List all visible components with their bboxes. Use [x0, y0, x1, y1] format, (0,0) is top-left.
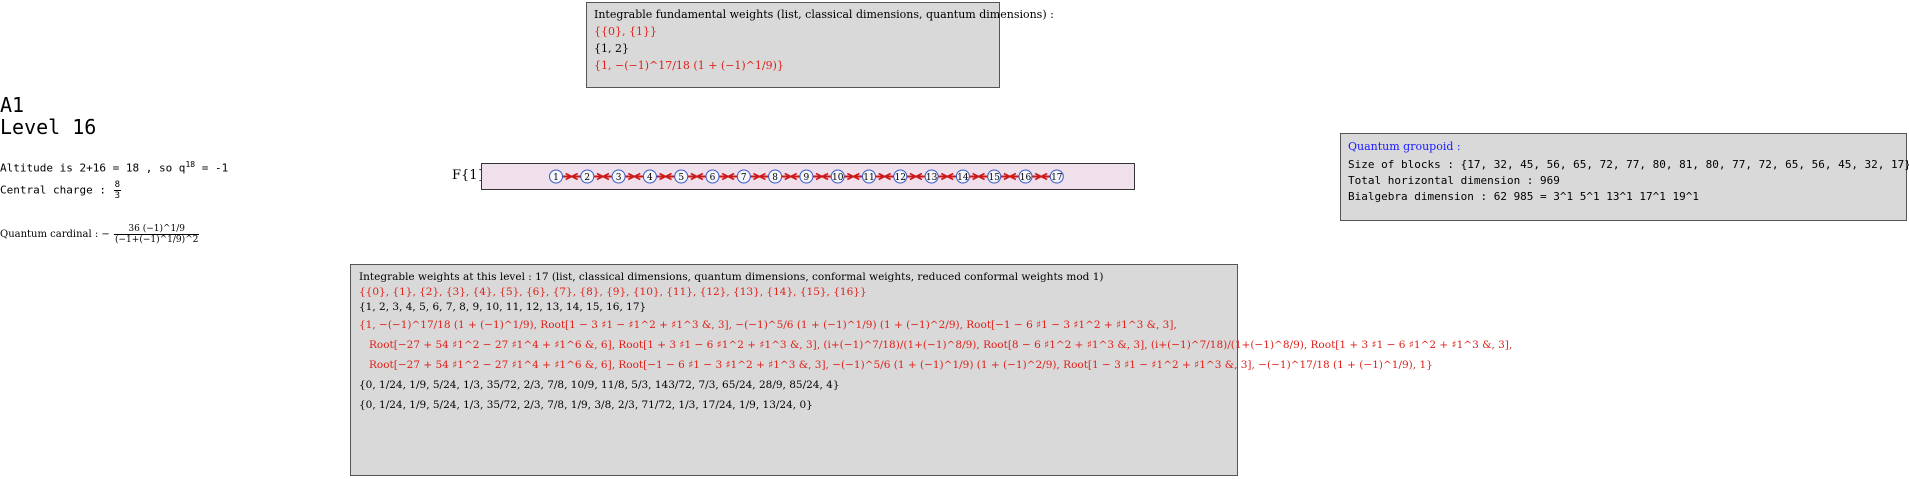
weights-reduced-conformal: {0, 1/24, 1/9, 5/24, 1/3, 35/72, 2/3, 7/… [359, 399, 813, 411]
altitude-exponent: 18 [185, 160, 196, 169]
fusion-edge [719, 172, 738, 181]
fundamental-classical-dims: {1, 2} [594, 42, 629, 55]
integrable-weights-box: Integrable weights at this level : 17 (l… [350, 264, 1513, 476]
fusion-edge [656, 172, 675, 181]
weights-classical-dims: {1, 2, 3, 4, 5, 6, 7, 8, 9, 10, 11, 12, … [359, 301, 647, 313]
altitude-tail: = -1 [195, 161, 229, 175]
quantum-cardinal-fraction: 36 (−1)^1/9 (−1+(−1)^1/9)^2 [114, 224, 200, 245]
quantum-groupoid-box: Quantum groupoid : Size of blocks : {17,… [1340, 133, 1909, 221]
quantum-cardinal-label: Quantum cardinal : − [0, 229, 110, 240]
fusion-node-label: 7 [741, 173, 747, 183]
fusion-node-label: 8 [772, 173, 778, 183]
weights-quantum-dims-2: Root[−27 + 54 ♯1^2 − 27 ♯1^4 + ♯1^6 &, 6… [369, 339, 1513, 351]
central-charge-label: Central charge : [0, 183, 113, 197]
fusion-edge [938, 172, 957, 181]
fusion-graph: 1 2 3 4 5 6 7 8 9 10 11 12 13 14 15 16 17 [481, 163, 1135, 190]
weights-title: Integrable weights at this level : 17 (l… [359, 271, 1104, 283]
fusion-edge [875, 172, 894, 181]
fusion-edge [593, 172, 613, 181]
fundamental-weights-title: Integrable fundamental weights (list, cl… [594, 8, 1054, 21]
weights-quantum-dims-1: {1, −(−1)^17/18 (1 + (−1)^1/9), Root[1 −… [359, 319, 1177, 331]
fusion-node-label: 16 [1020, 173, 1032, 183]
quantum-cardinal-den: (−1+(−1)^1/9)^2 [115, 235, 199, 245]
quantum-cardinal-line: Quantum cardinal : − 36 (−1)^1/9 (−1+(−1… [0, 224, 200, 245]
fundamental-weights-list: {{0}, {1}} [594, 25, 657, 38]
groupoid-bialgebra-dim: Bialgebra dimension : 62 985 = 3^1 5^1 1… [1348, 190, 1699, 203]
weights-list: {{0}, {1}, {2}, {3}, {4}, {5}, {6}, {7},… [359, 286, 867, 298]
fusion-node-label: 6 [710, 173, 716, 183]
fusion-edge [1032, 172, 1051, 181]
fusion-edge [781, 172, 800, 181]
fusion-node-label: 9 [804, 173, 810, 183]
fusion-node-label: 14 [957, 173, 969, 183]
weights-quantum-dims-3: Root[−27 + 54 ♯1^2 − 27 ♯1^4 + ♯1^6 &, 6… [369, 359, 1433, 371]
fusion-edge [844, 172, 863, 181]
fusion-edge [1000, 172, 1019, 181]
fundamental-quantum-dims: {1, −(−1)^17/18 (1 + (−1)^1/9)} [594, 59, 784, 72]
fusion-node-label: 3 [616, 173, 622, 183]
fusion-node-label: 1 [553, 173, 559, 183]
central-charge-den: 3 [114, 191, 121, 201]
fusion-edge [625, 172, 644, 181]
fusion-node-label: 12 [895, 173, 906, 183]
groupoid-horizontal-dim: Total horizontal dimension : 969 [1348, 174, 1560, 187]
fusion-edge [687, 172, 706, 181]
fusion-node-label: 2 [584, 173, 590, 183]
fusion-edge [562, 172, 581, 181]
fusion-node-label: 13 [926, 173, 938, 183]
groupoid-title: Quantum groupoid : [1348, 140, 1461, 153]
level-title: Level 16 [0, 115, 97, 139]
quantum-cardinal-num: 36 (−1)^1/9 [114, 224, 200, 235]
fundamental-weights-box: Integrable fundamental weights (list, cl… [586, 2, 1054, 88]
fusion-node-label: 17 [1051, 173, 1063, 183]
fusion-edge [812, 172, 832, 181]
altitude-line: Altitude is 2+16 = 18 , so q18 = -1 [0, 160, 228, 175]
fusion-node-label: 10 [832, 173, 844, 183]
central-charge-fraction: 8 3 [113, 180, 122, 201]
altitude-text: Altitude is 2+16 = 18 , so q [0, 161, 186, 175]
fusion-node-label: 15 [988, 173, 1000, 183]
fusion-edge [750, 172, 769, 181]
groupoid-block-sizes: Size of blocks : {17, 32, 45, 56, 65, 72… [1348, 158, 1909, 171]
central-charge-line: Central charge : 8 3 [0, 180, 122, 201]
fusion-node-label: 5 [678, 173, 684, 183]
fusion-edge [969, 172, 988, 181]
fusion-node-label: 11 [863, 173, 874, 183]
fusion-graph-svg: 1 2 3 4 5 6 7 8 9 10 11 12 13 14 15 16 17 [549, 169, 1064, 184]
fusion-edge [906, 172, 926, 181]
fusion-node-label: 4 [647, 173, 653, 183]
central-charge-num: 8 [113, 180, 122, 191]
weights-conformal: {0, 1/24, 1/9, 5/24, 1/3, 35/72, 2/3, 7/… [359, 379, 840, 391]
algebra-title: A1 [0, 93, 25, 117]
